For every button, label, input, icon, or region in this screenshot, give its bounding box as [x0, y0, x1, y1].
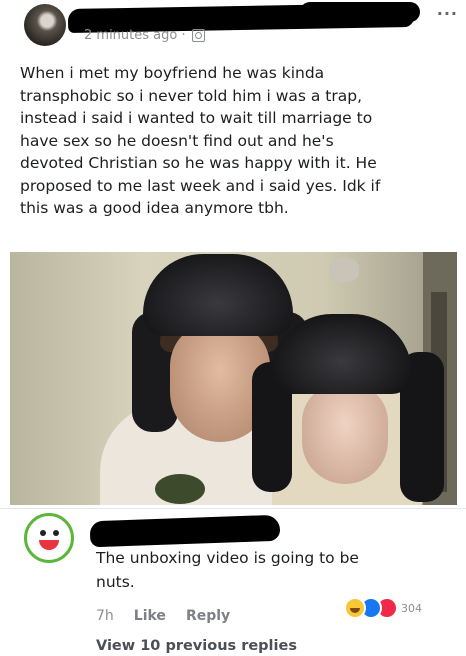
reaction-summary[interactable]: 304 — [344, 597, 422, 619]
haha-reaction-icon — [344, 597, 366, 619]
photo-man-hat-badge — [329, 258, 359, 282]
reply-button[interactable]: Reply — [186, 608, 230, 624]
poster-avatar[interactable] — [24, 4, 66, 46]
post-divider — [0, 508, 466, 509]
privacy-globe-icon — [191, 29, 205, 42]
photo-shirt-print — [155, 474, 205, 504]
photo-woman-face — [302, 384, 388, 484]
comment-actions: 7h Like Reply — [96, 608, 230, 624]
avatar-eye-left — [40, 530, 46, 536]
redacted-poster-name-overlap — [300, 2, 420, 22]
comment-time[interactable]: 7h — [96, 608, 114, 624]
like-button[interactable]: Like — [134, 608, 166, 624]
reaction-count: 304 — [401, 601, 422, 615]
more-options-icon[interactable]: ··· — [437, 4, 458, 23]
view-previous-replies-link[interactable]: View 10 previous replies — [96, 638, 297, 654]
photo-man-hat — [143, 254, 359, 336]
redacted-commenter-name — [89, 514, 281, 548]
post-meta: 2 minutes ago · — [84, 28, 205, 43]
post-timestamp[interactable]: 2 minutes ago · — [84, 28, 186, 43]
avatar-eye-right — [53, 530, 59, 536]
post-photo[interactable] — [10, 252, 457, 505]
post-header: 2 minutes ago · ··· — [0, 0, 466, 52]
comment-text: The unboxing video is going to be nuts. — [96, 549, 359, 591]
post-text: When i met my boyfriend he was kinda tra… — [20, 64, 381, 217]
commenter-avatar[interactable] — [24, 513, 74, 563]
